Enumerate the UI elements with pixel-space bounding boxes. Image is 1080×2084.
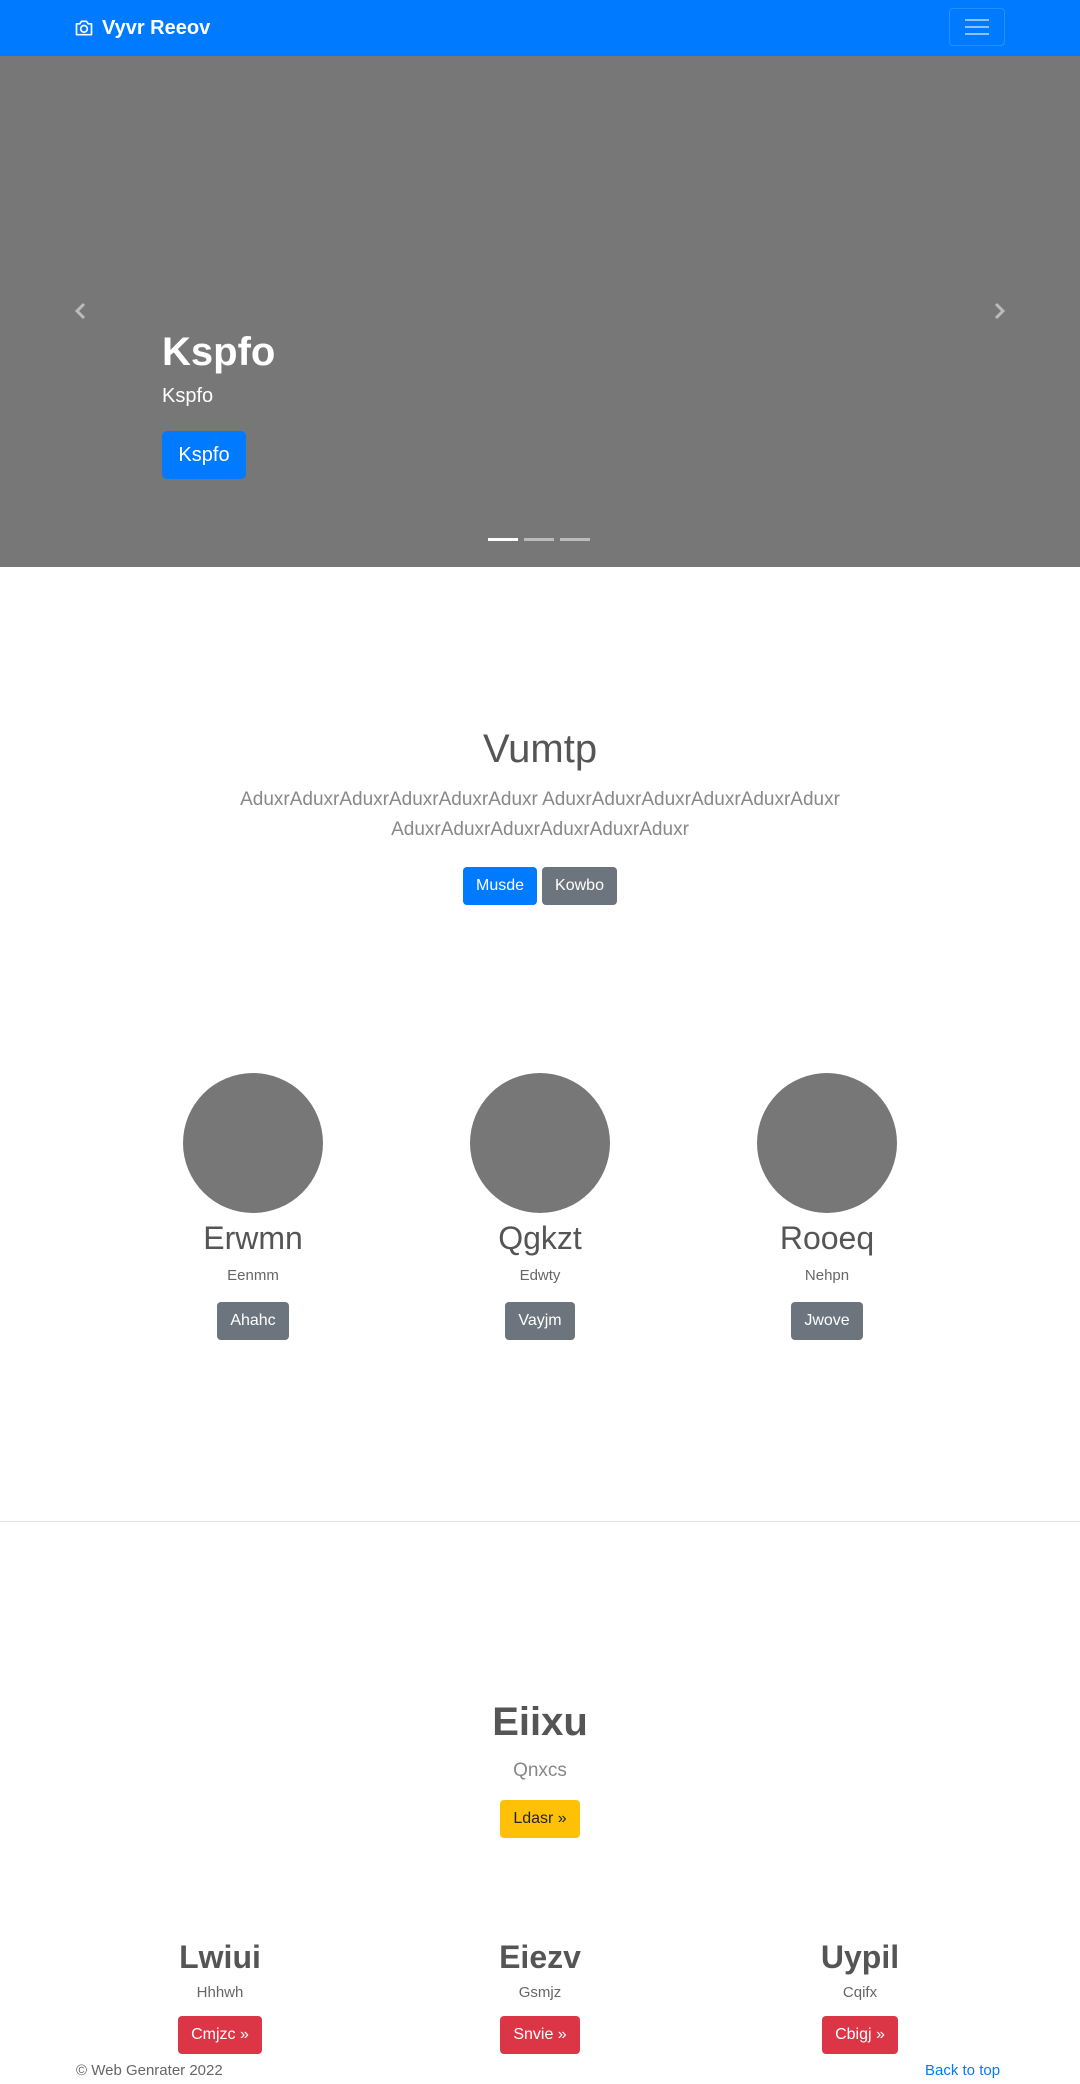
feature-subtitle: Hhhwh (196, 1984, 244, 2002)
person-card: Erwmn Eenmm Ahahc (153, 1073, 353, 1341)
feature-button[interactable]: Cbigj » (822, 2016, 898, 2055)
carousel-indicator[interactable] (524, 538, 554, 541)
person-subtitle: Eenmm (227, 1267, 279, 1285)
avatar (470, 1073, 610, 1213)
section-divider (0, 1521, 1080, 1522)
hamburger-icon (965, 19, 989, 35)
camera-icon (75, 20, 93, 36)
person-subtitle: Nehpn (804, 1267, 850, 1285)
person-name: Rooeq (779, 1220, 875, 1256)
brand-name: Vyvr Reeov (102, 16, 211, 39)
navbar: Vyvr Reeov (0, 0, 1080, 56)
person-button[interactable]: Ahahc (217, 1302, 289, 1341)
hero2-button-wrap: Ldasr » (0, 1800, 1080, 1838)
slide-title: Kspfo (162, 330, 276, 374)
slide-caption: Kspfo (162, 385, 214, 407)
chevron-right-icon (994, 302, 1006, 320)
feature-button[interactable]: Snvie » (500, 2016, 580, 2055)
person-button[interactable]: Vayjm (505, 1302, 575, 1341)
hero2-button[interactable]: Ldasr » (500, 1800, 580, 1838)
chevron-left-icon (74, 302, 86, 320)
hero2-subtitle: Qnxcs (513, 1760, 567, 1781)
carousel-prev-button[interactable] (66, 296, 96, 326)
navbar-toggler-button[interactable] (949, 8, 1005, 46)
feature-card: Uypil Cqifx Cbigj » (760, 1938, 960, 2055)
feature-title: Uypil (820, 1939, 900, 1975)
carousel-indicator[interactable] (560, 538, 590, 541)
slide-cta-button[interactable]: Kspfo (162, 431, 246, 479)
person-card: Rooeq Nehpn Jwove (727, 1073, 927, 1341)
person-button[interactable]: Jwove (791, 1302, 863, 1341)
feature-subtitle: Gsmjz (518, 1984, 562, 2002)
person-name: Qgkzt (498, 1220, 582, 1256)
footer-copyright: © Web Genrater 2022 (76, 2062, 223, 2079)
secondary-button[interactable]: Kowbo (542, 867, 617, 905)
carousel-next-button[interactable] (984, 296, 1014, 326)
person-subtitle: Edwty (519, 1267, 561, 1285)
person-name: Erwmn (203, 1220, 303, 1256)
back-to-top-link[interactable]: Back to top (925, 2062, 1000, 2079)
feature-card: Lwiui Hhhwh Cmjzc » (120, 1938, 320, 2055)
carousel-indicator[interactable] (488, 538, 518, 541)
feature-button[interactable]: Cmjzc » (178, 2016, 262, 2055)
carousel-indicators (488, 538, 590, 541)
hero-carousel: Kspfo Kspfo Kspfo (0, 56, 1080, 567)
primary-button[interactable]: Musde (463, 867, 538, 905)
brand-link[interactable]: Vyvr Reeov (74, 14, 210, 42)
feature-card: Eiezv Gsmjz Snvie » (440, 1938, 640, 2055)
person-card: Qgkzt Edwty Vayjm (440, 1073, 640, 1341)
feature-title: Eiezv (499, 1939, 581, 1975)
hero2-title: Eiixu (492, 1700, 588, 1744)
jumbotron-lead: AduxrAduxrAduxrAduxrAduxrAduxr AduxrAdux… (240, 789, 840, 840)
avatar (183, 1073, 323, 1213)
avatar (757, 1073, 897, 1213)
jumbotron-title: Vumtp (482, 727, 598, 771)
feature-subtitle: Cqifx (842, 1984, 878, 2002)
jumbotron-buttons: Musde Kowbo (0, 867, 1080, 905)
feature-title: Lwiui (179, 1939, 261, 1975)
